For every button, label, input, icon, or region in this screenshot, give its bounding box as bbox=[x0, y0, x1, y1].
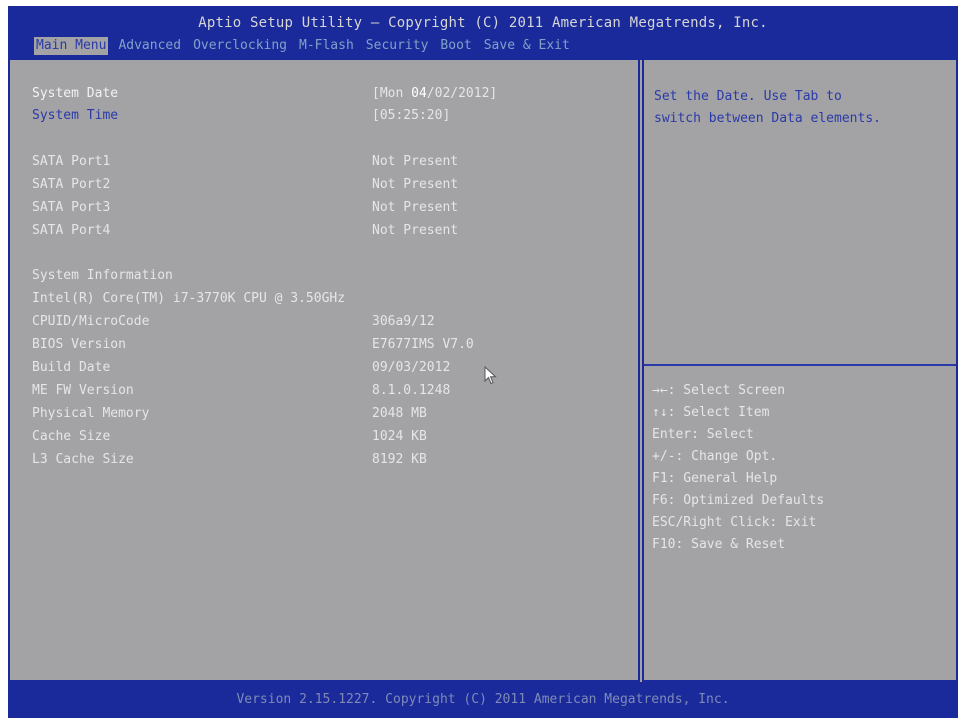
l3-cache-size-label: L3 Cache Size bbox=[32, 452, 134, 467]
cpuid-label: CPUID/MicroCode bbox=[32, 314, 150, 329]
system-date-month: 04 bbox=[411, 86, 427, 101]
bios-screen: Aptio Setup Utility – Copyright (C) 2011… bbox=[8, 6, 958, 718]
sata-port4-value: Not Present bbox=[372, 223, 459, 238]
menu-tabs: Main Menu Advanced Overclocking M-Flash … bbox=[34, 37, 572, 55]
tab-security[interactable]: Security bbox=[364, 37, 431, 55]
system-date-label: System Date bbox=[32, 86, 119, 101]
cpuid-row: CPUID/MicroCode 306a9/12 bbox=[10, 312, 640, 332]
me-fw-version-row: ME FW Version 8.1.0.1248 bbox=[10, 381, 640, 401]
main-settings-panel: System Date [Mon 04/02/2012] System Time… bbox=[8, 60, 640, 682]
tab-save-exit[interactable]: Save & Exit bbox=[482, 37, 572, 55]
me-fw-version-label: ME FW Version bbox=[32, 383, 134, 398]
me-fw-version-value: 8.1.0.1248 bbox=[372, 383, 451, 398]
build-date-value: 09/03/2012 bbox=[372, 360, 451, 375]
cache-size-label: Cache Size bbox=[32, 429, 111, 444]
system-time-value[interactable]: [05:25:20] bbox=[372, 106, 450, 126]
sata-port3-value: Not Present bbox=[372, 200, 459, 215]
tab-advanced[interactable]: Advanced bbox=[116, 37, 183, 55]
key-general-help: F1: General Help bbox=[652, 471, 778, 486]
sata-port4-label: SATA Port4 bbox=[32, 223, 111, 238]
key-select-screen: →←: Select Screen bbox=[652, 383, 786, 398]
physical-memory-label: Physical Memory bbox=[32, 406, 150, 421]
key-save-reset: F10: Save & Reset bbox=[652, 537, 786, 552]
system-time-label: System Time bbox=[32, 108, 119, 123]
mouse-pointer-icon bbox=[484, 366, 497, 385]
tab-main-menu[interactable]: Main Menu bbox=[34, 37, 109, 55]
cache-size-row: Cache Size 1024 KB bbox=[10, 427, 640, 447]
help-description: Set the Date. Use Tab to switch between … bbox=[654, 86, 950, 130]
title-bar: Aptio Setup Utility – Copyright (C) 2011… bbox=[8, 6, 958, 58]
help-line-1: Set the Date. Use Tab to bbox=[654, 89, 842, 104]
cpu-row: Intel(R) Core(TM) i7-3770K CPU @ 3.50GHz bbox=[10, 289, 640, 309]
sata-port1-value: Not Present bbox=[372, 154, 459, 169]
bios-version-label: BIOS Version bbox=[32, 337, 126, 352]
sata-port4-row: SATA Port4 Not Present bbox=[10, 221, 640, 241]
system-information-heading: System Information bbox=[10, 266, 640, 286]
cache-size-value: 1024 KB bbox=[372, 429, 427, 444]
tab-m-flash[interactable]: M-Flash bbox=[297, 37, 356, 55]
l3-cache-size-value: 8192 KB bbox=[372, 452, 427, 467]
sata-port2-row: SATA Port2 Not Present bbox=[10, 175, 640, 195]
key-change-opt: +/-: Change Opt. bbox=[652, 449, 778, 464]
cpuid-value: 306a9/12 bbox=[372, 314, 435, 329]
bios-version-value: E7677IMS V7.0 bbox=[372, 337, 474, 352]
physical-memory-value: 2048 MB bbox=[372, 406, 427, 421]
bios-version-row: BIOS Version E7677IMS V7.0 bbox=[10, 335, 640, 355]
footer-bar: Version 2.15.1227. Copyright (C) 2011 Am… bbox=[8, 682, 958, 718]
title-text: Aptio Setup Utility – Copyright (C) 2011… bbox=[198, 15, 768, 31]
build-date-row: Build Date 09/03/2012 bbox=[10, 358, 640, 378]
sata-port1-row: SATA Port1 Not Present bbox=[10, 152, 640, 172]
help-line-2: switch between Data elements. bbox=[654, 111, 881, 126]
system-date-value[interactable]: [Mon 04/02/2012] bbox=[372, 84, 497, 104]
sata-port1-label: SATA Port1 bbox=[32, 154, 111, 169]
key-optimized-defaults: F6: Optimized Defaults bbox=[652, 493, 825, 508]
tab-boot[interactable]: Boot bbox=[438, 37, 473, 55]
physical-memory-row: Physical Memory 2048 MB bbox=[10, 404, 640, 424]
help-divider bbox=[644, 364, 956, 366]
l3-cache-size-row: L3 Cache Size 8192 KB bbox=[10, 450, 640, 470]
cpu-name: Intel(R) Core(TM) i7-3770K CPU @ 3.50GHz bbox=[32, 291, 346, 306]
system-information-label: System Information bbox=[32, 268, 173, 283]
help-panel: Set the Date. Use Tab to switch between … bbox=[642, 60, 958, 682]
tab-overclocking[interactable]: Overclocking bbox=[191, 37, 289, 55]
build-date-label: Build Date bbox=[32, 360, 111, 375]
footer-text: Version 2.15.1227. Copyright (C) 2011 Am… bbox=[236, 692, 730, 707]
key-legend: →←: Select Screen ↑↓: Select Item Enter:… bbox=[652, 380, 952, 556]
sata-port3-label: SATA Port3 bbox=[32, 200, 111, 215]
system-time-row[interactable]: System Time [05:25:20] bbox=[10, 106, 640, 126]
key-exit: ESC/Right Click: Exit bbox=[652, 515, 817, 530]
sata-port2-label: SATA Port2 bbox=[32, 177, 111, 192]
key-enter-select: Enter: Select bbox=[652, 427, 754, 442]
sata-port3-row: SATA Port3 Not Present bbox=[10, 198, 640, 218]
sata-port2-value: Not Present bbox=[372, 177, 459, 192]
system-date-row[interactable]: System Date [Mon 04/02/2012] bbox=[10, 84, 640, 104]
key-select-item: ↑↓: Select Item bbox=[652, 405, 770, 420]
